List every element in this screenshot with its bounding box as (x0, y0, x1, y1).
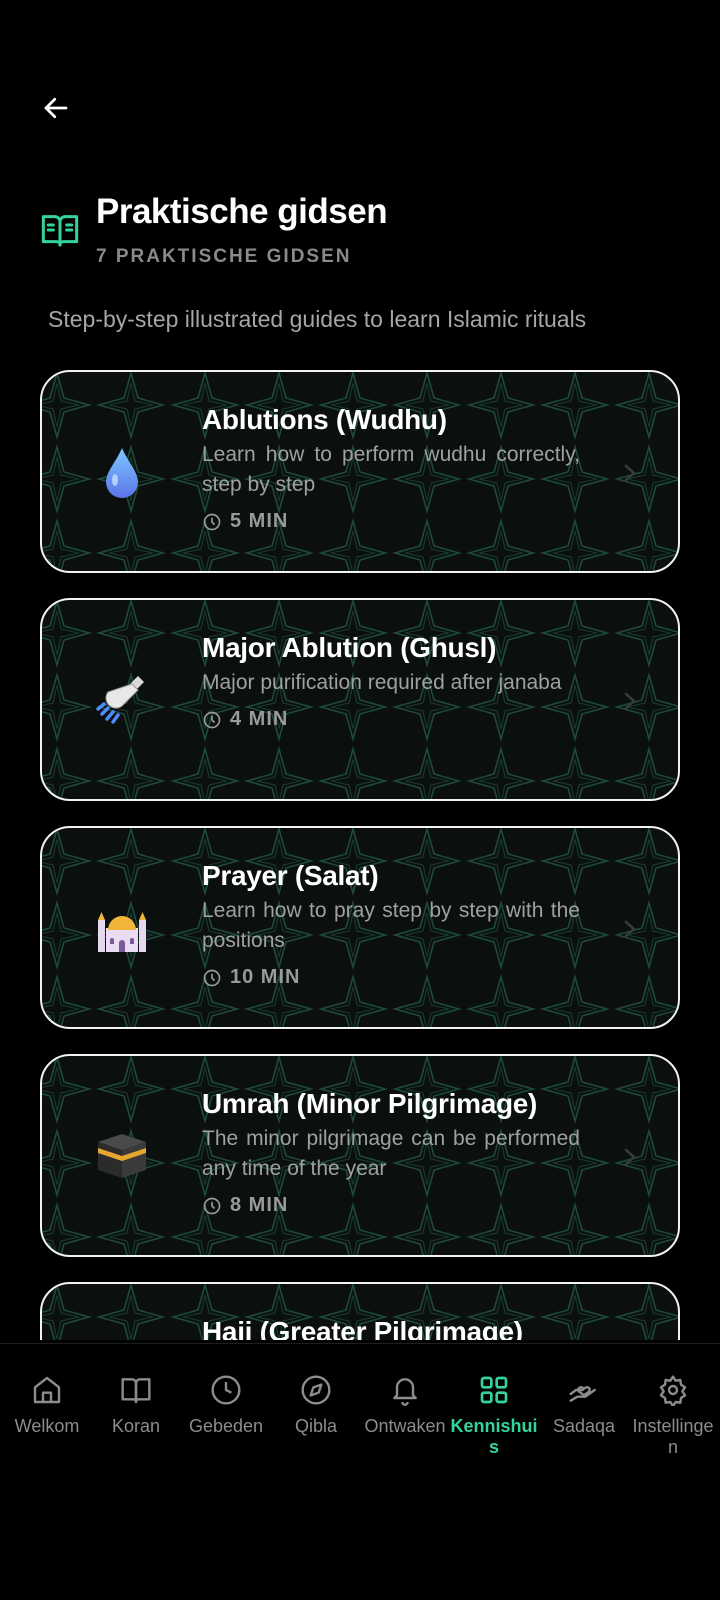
gear-icon (659, 1375, 687, 1406)
clock-icon (203, 969, 221, 986)
nav-item-kennishuis[interactable]: Kennishuis (449, 1374, 539, 1458)
guide-duration: 8 MIN (202, 1194, 580, 1217)
nav-item-qibla[interactable]: Qibla (271, 1374, 361, 1437)
clock-icon (203, 711, 221, 728)
nav-label: Sadaqa (552, 1416, 616, 1436)
shower-icon (96, 676, 144, 724)
open-book-icon (41, 215, 79, 247)
guide-duration-text: 5 MIN (230, 510, 289, 532)
guide-title: Umrah (Minor Pilgrimage) (202, 1088, 538, 1119)
mosque-icon (98, 912, 146, 952)
guide-duration-text: 8 MIN (230, 1194, 289, 1216)
guide-description: Major purification required after janaba (202, 671, 562, 694)
nav-item-welkom[interactable]: Welkom (2, 1374, 92, 1437)
nav-item-gebeden[interactable]: Gebeden (181, 1374, 271, 1437)
bell-icon (393, 1378, 417, 1406)
kaaba-icon (98, 1134, 146, 1178)
nav-label: Welkom (14, 1416, 80, 1436)
guide-card-umrah[interactable]: Umrah (Minor Pilgrimage) The minor pilgr… (40, 1054, 680, 1257)
nav-label: Gebeden (188, 1416, 264, 1436)
clock-icon (203, 1197, 221, 1214)
nav-item-koran[interactable]: Koran (91, 1374, 181, 1437)
guide-title: Prayer (Salat) (202, 860, 379, 891)
intro-text: Step-by-step illustrated guides to learn… (48, 306, 587, 332)
guide-description: Learn how to perform wudhu correctly, st… (202, 443, 580, 496)
guide-duration: 10 MIN (202, 966, 580, 989)
clock-icon (203, 513, 221, 530)
guide-card-hajj[interactable]: Hajj (Greater Pilgrimage) (40, 1282, 680, 1340)
chevron-right-icon (624, 1148, 636, 1166)
nav-label: Qibla (294, 1416, 338, 1436)
back-button[interactable] (36, 88, 76, 128)
chevron-right-icon (624, 692, 636, 710)
guide-duration: 4 MIN (202, 708, 580, 731)
guide-duration-text: 10 MIN (230, 966, 301, 988)
nav-label: Ontwaken (364, 1416, 446, 1436)
guide-duration-text: 4 MIN (230, 708, 289, 730)
guide-card-wudhu[interactable]: Ablutions (Wudhu) Learn how to perform w… (40, 370, 680, 573)
book-icon (121, 1378, 151, 1404)
page-title: Praktische gidsen (96, 192, 388, 231)
chevron-right-icon (624, 464, 636, 482)
guide-card-salat[interactable]: Prayer (Salat) Learn how to pray step by… (40, 826, 680, 1029)
nav-item-ontwaken[interactable]: Ontwaken (360, 1374, 450, 1437)
guide-title: Major Ablution (Ghusl) (202, 632, 497, 663)
nav-item-instellingen[interactable]: Instellingen (628, 1374, 718, 1458)
guide-card-ghusl[interactable]: Major Ablution (Ghusl) Major purificatio… (40, 598, 680, 801)
grid-icon (480, 1376, 508, 1404)
arrow-left-icon (44, 97, 68, 119)
chevron-right-icon (624, 920, 636, 938)
home-icon (33, 1376, 61, 1404)
nav-label: Kennishuis (450, 1416, 538, 1457)
hand-heart-icon (569, 1386, 596, 1402)
compass-icon (301, 1375, 331, 1405)
guide-title: Hajj (Greater Pilgrimage) (202, 1316, 523, 1340)
guide-list: Ablutions (Wudhu) Learn how to perform w… (40, 370, 680, 1340)
water-drop-icon (106, 448, 138, 498)
nav-label: Instellingen (632, 1416, 714, 1457)
guide-count: 7 PRAKTISCHE GIDSEN (96, 246, 352, 267)
page-header: Praktische gidsen 7 PRAKTISCHE GIDSEN (40, 190, 388, 268)
guide-description: The minor pilgrimage can be performed an… (202, 1127, 580, 1180)
clock-icon (211, 1375, 241, 1405)
guide-description: Learn how to pray step by step with the … (202, 899, 580, 952)
bottom-navigation: Welkom Koran Gebeden Qibla Ontwaken Kenn… (0, 1343, 720, 1600)
nav-item-sadaqa[interactable]: Sadaqa (539, 1374, 629, 1437)
guide-title: Ablutions (Wudhu) (202, 404, 447, 435)
nav-label: Koran (111, 1416, 161, 1436)
guide-duration: 5 MIN (202, 510, 580, 533)
